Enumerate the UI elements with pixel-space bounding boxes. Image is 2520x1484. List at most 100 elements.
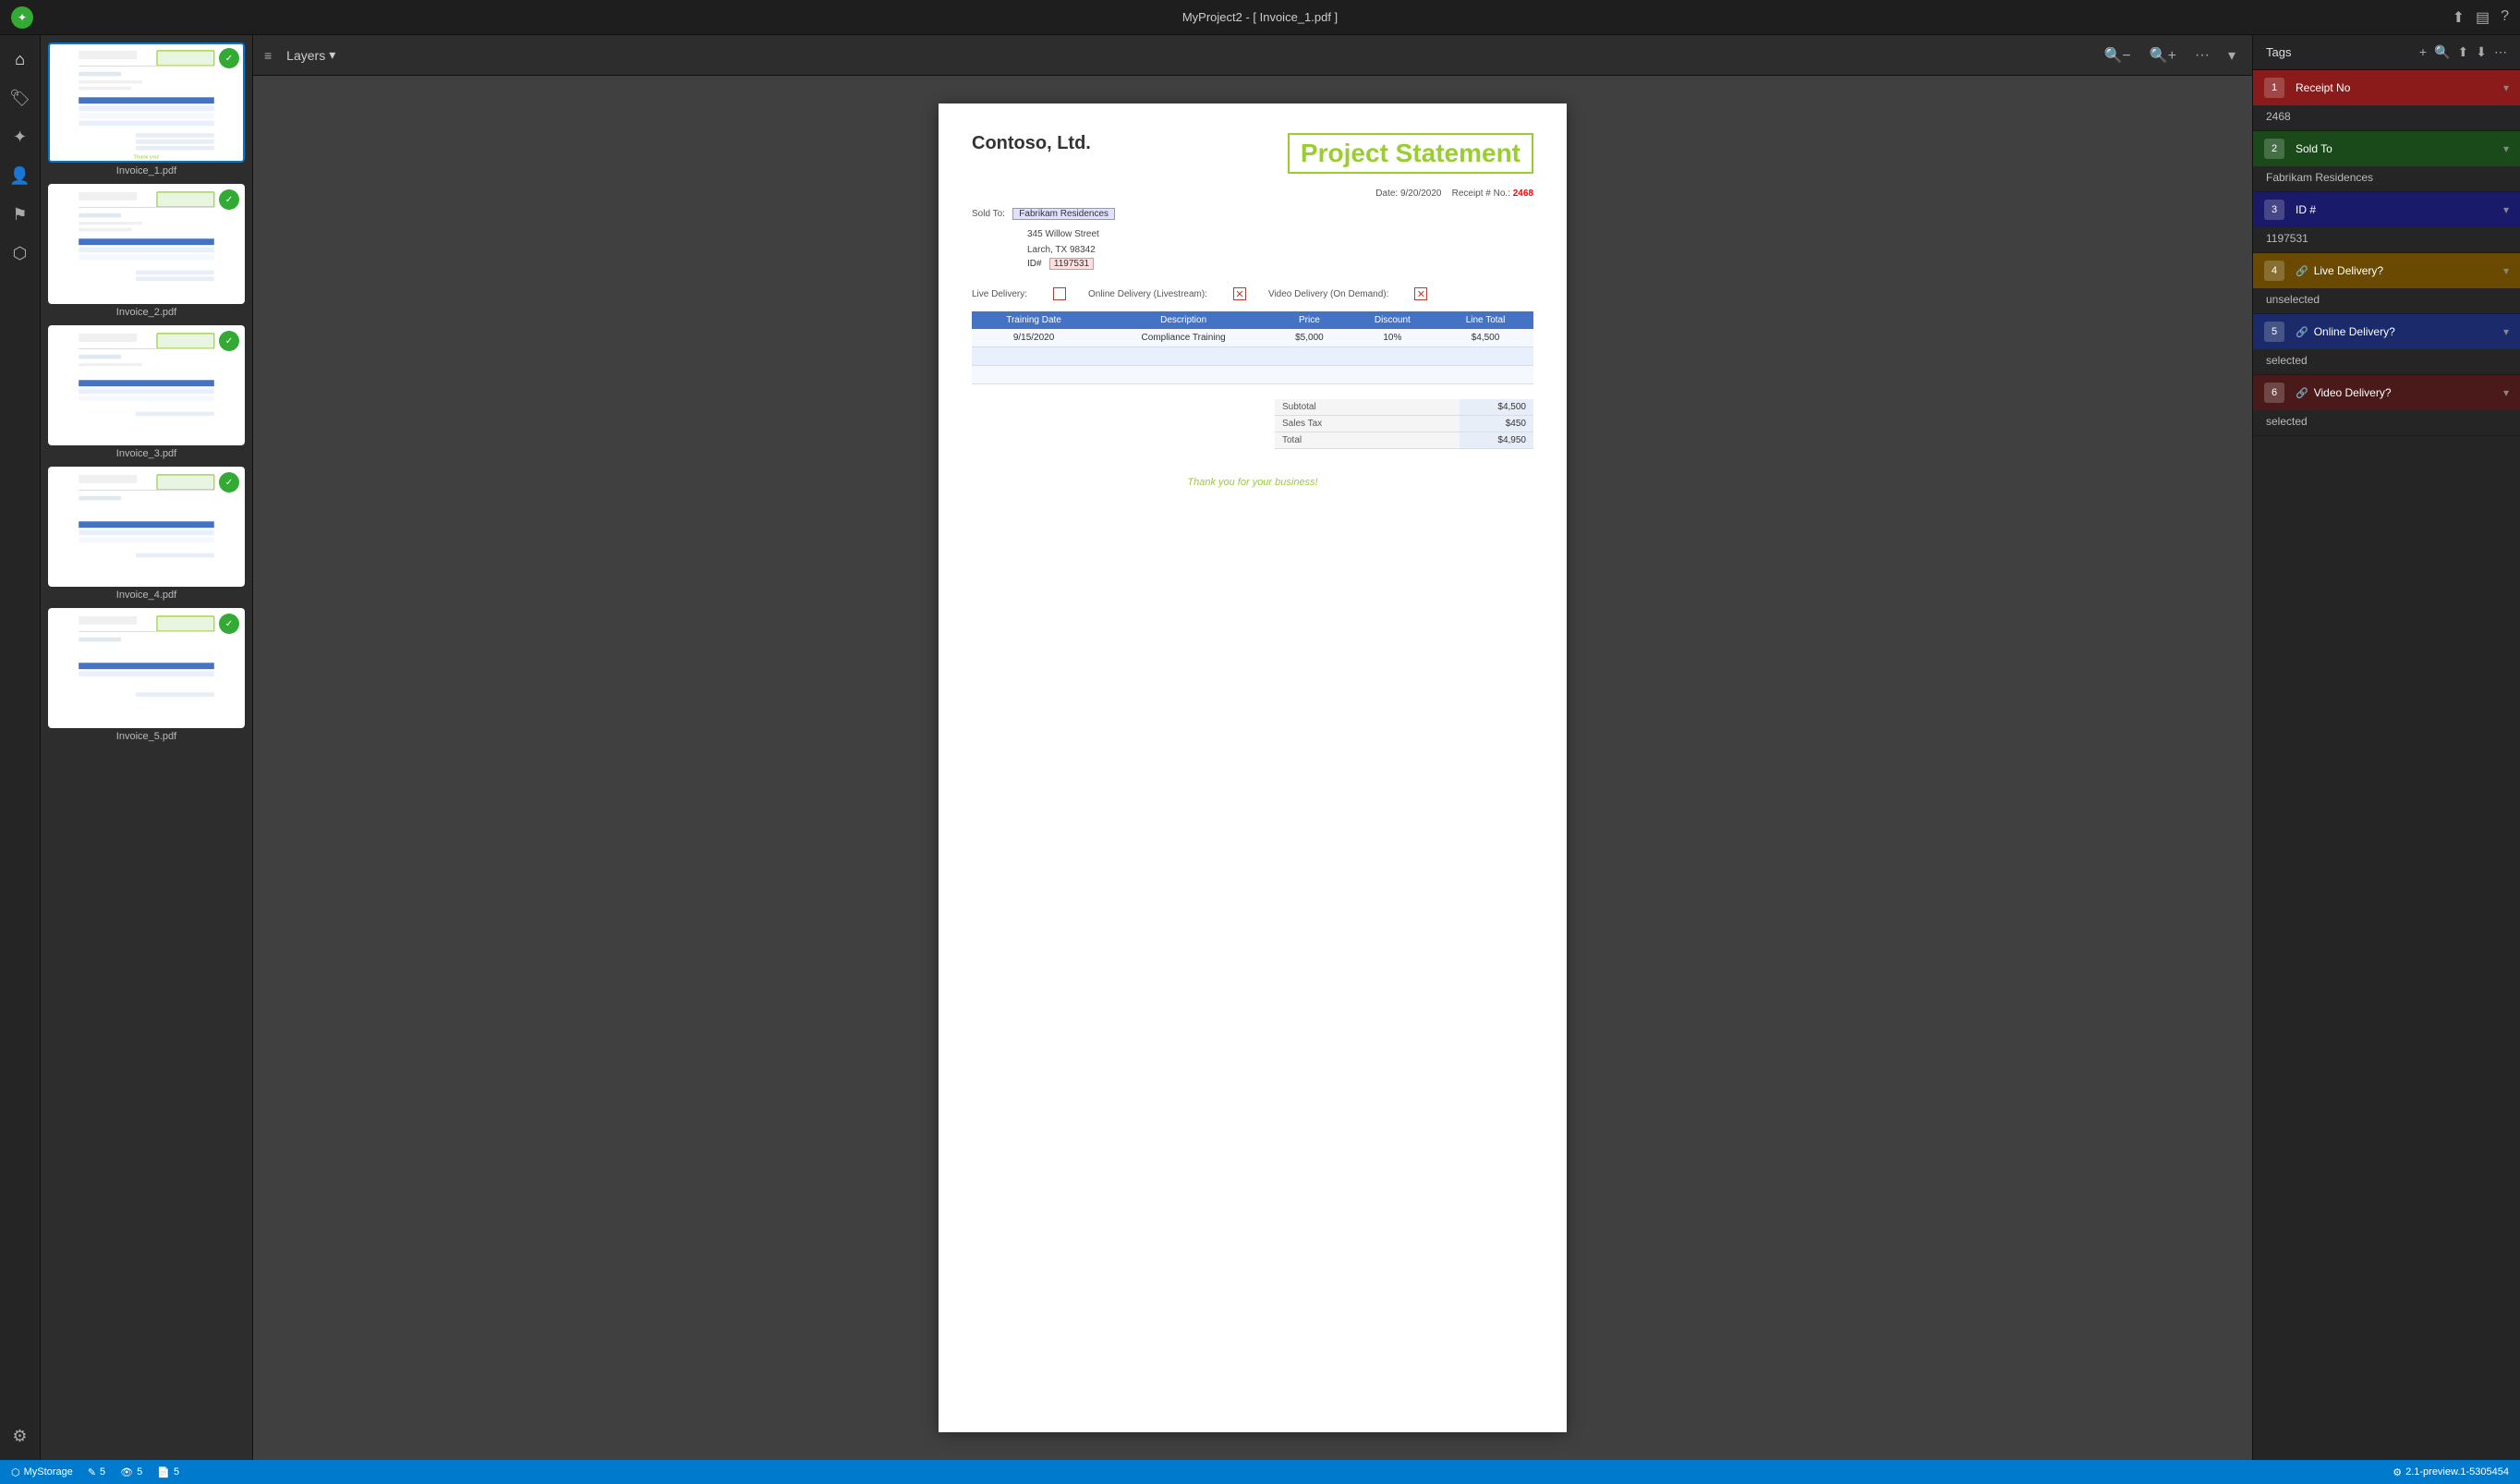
- tags-more-icon[interactable]: ⋯: [2494, 44, 2507, 60]
- layers-button[interactable]: Layers ▾: [279, 43, 343, 67]
- id-value: 1197531: [1049, 258, 1094, 270]
- delivery-options: Live Delivery: Online Delivery (Livestre…: [972, 287, 1533, 300]
- tag-group-online-delivery-header[interactable]: 5 🔗 Online Delivery? ▾: [2253, 314, 2520, 349]
- count2-item: 👁 5: [120, 1466, 142, 1478]
- tag-chevron-2: ▾: [2503, 142, 2509, 155]
- tag-group-receipt-no: 1 Receipt No ▾ 2468: [2253, 70, 2520, 131]
- invoice-meta: Date: 9/20/2020 Receipt # No.: 2468: [972, 189, 1533, 199]
- subtotal-value: $4,500: [1460, 399, 1533, 415]
- live-delivery-checkbox[interactable]: [1053, 287, 1066, 300]
- tag-chevron-5: ▾: [2503, 325, 2509, 338]
- version-item: ⚙ 2.1-preview.1-5305454: [2393, 1466, 2509, 1478]
- count1-value: 5: [100, 1466, 105, 1478]
- cell-price-2: [1271, 347, 1348, 366]
- id-row: ID# 1197531: [1027, 259, 1533, 269]
- sidebar-bookmark-btn[interactable]: 🏷: [4, 81, 37, 115]
- invoice-table: Training Date Description Price Discount…: [972, 311, 1533, 384]
- sold-to-value: Fabrikam Residences: [1012, 208, 1115, 220]
- expand-btn[interactable]: ▾: [2223, 43, 2241, 68]
- tag-live-delivery-label: 4 🔗 Live Delivery?: [2264, 261, 2503, 281]
- thumbnail-item-1[interactable]: Thank you! ✓ Invoice_1.pdf: [48, 43, 245, 176]
- cell-date-2: [972, 347, 1096, 366]
- tag-video-delivery-value: selected: [2253, 410, 2520, 435]
- col-description: Description: [1096, 311, 1271, 329]
- window-title: MyProject2 - [ Invoice_1.pdf ]: [1182, 10, 1338, 24]
- tags-download-icon[interactable]: ⬇: [2476, 44, 2487, 60]
- tag-group-receipt-no-header[interactable]: 1 Receipt No ▾: [2253, 70, 2520, 105]
- share-icon[interactable]: ⬆: [2453, 8, 2465, 27]
- tag-group-id: 3 ID # ▾ 1197531: [2253, 192, 2520, 253]
- more-options-btn[interactable]: ···: [2189, 43, 2215, 67]
- zoom-out-btn[interactable]: 🔍−: [2098, 43, 2136, 68]
- storage-item[interactable]: ⬡ MyStorage: [11, 1466, 73, 1478]
- invoice-document: Contoso, Ltd. Project Statement Date: 9/…: [939, 103, 1567, 1432]
- tag-receipt-no-value: 2468: [2253, 105, 2520, 130]
- tag-group-sold-to-header[interactable]: 2 Sold To ▾: [2253, 131, 2520, 166]
- thumbnail-item-2[interactable]: ✓ Invoice_2.pdf: [48, 184, 245, 318]
- thumbnail-item-3[interactable]: ✓ Invoice_3.pdf: [48, 325, 245, 459]
- online-delivery-label: Online Delivery (Livestream):: [1088, 289, 1207, 299]
- doc-scroll[interactable]: Contoso, Ltd. Project Statement Date: 9/…: [253, 76, 2252, 1460]
- tag-video-delivery-label: 6 🔗 Video Delivery?: [2264, 383, 2503, 403]
- thank-you-message: Thank you for your business!: [972, 477, 1533, 488]
- tag-group-live-delivery-header[interactable]: 4 🔗 Live Delivery? ▾: [2253, 253, 2520, 288]
- date-label: Date:: [1375, 189, 1398, 199]
- count2-icon: 👁: [120, 1466, 133, 1478]
- company-name: Contoso, Ltd.: [972, 133, 1091, 154]
- tag-num-5: 5: [2264, 322, 2284, 342]
- tag-online-delivery-value: selected: [2253, 349, 2520, 374]
- sidebar-home-btn[interactable]: ⌂: [4, 43, 37, 76]
- version-icon: ⚙: [2393, 1466, 2402, 1478]
- col-line-total: Line Total: [1437, 311, 1533, 329]
- tag-group-video-delivery-header[interactable]: 6 🔗 Video Delivery? ▾: [2253, 375, 2520, 410]
- thumbnail-item-4[interactable]: ✓ Invoice_4.pdf: [48, 467, 245, 601]
- sidebar-star-btn[interactable]: ✦: [4, 120, 37, 153]
- id-label: ID#: [1027, 259, 1042, 269]
- subtotal-row: Subtotal $4,500: [1275, 399, 1533, 416]
- version-label: 2.1-preview.1-5305454: [2405, 1466, 2509, 1478]
- badge-4: ✓: [219, 472, 239, 493]
- tags-search-btn[interactable]: 🔍: [2434, 44, 2450, 60]
- zoom-in-btn[interactable]: 🔍+: [2144, 43, 2182, 68]
- live-delivery-label: Live Delivery:: [972, 289, 1027, 299]
- doc-area: ≡ Layers ▾ 🔍− 🔍+ ··· ▾ Contoso, Ltd. Pro…: [253, 35, 2252, 1460]
- tags-header: Tags + 🔍 ⬆ ⬇ ⋯: [2253, 35, 2520, 70]
- sidebar-person-btn[interactable]: 👤: [4, 159, 37, 192]
- cell-desc-1: Compliance Training: [1096, 329, 1271, 347]
- invoice-totals: Subtotal $4,500 Sales Tax $450 Total $4,…: [1275, 399, 1533, 449]
- tag-group-id-header[interactable]: 3 ID # ▾: [2253, 192, 2520, 227]
- count1-item: ✎ 5: [88, 1466, 105, 1478]
- tag-receipt-no-label: 1 Receipt No: [2264, 78, 2503, 98]
- layout-icon[interactable]: ▤: [2476, 8, 2490, 27]
- tag-id-label: 3 ID #: [2264, 200, 2503, 220]
- titlebar: ✦ MyProject2 - [ Invoice_1.pdf ] ⬆ ▤ ?: [0, 0, 2520, 35]
- sidebar-settings-btn[interactable]: ⚙: [4, 1419, 37, 1453]
- thumbnail-item-5[interactable]: ✓ Invoice_5.pdf: [48, 608, 245, 742]
- tag-group-video-delivery: 6 🔗 Video Delivery? ▾ selected: [2253, 375, 2520, 436]
- tag-online-delivery-label: 5 🔗 Online Delivery?: [2264, 322, 2503, 342]
- tag-num-4: 4: [2264, 261, 2284, 281]
- sales-tax-row: Sales Tax $450: [1275, 416, 1533, 432]
- video-delivery-checkbox[interactable]: ✕: [1414, 287, 1427, 300]
- thumb-label-5: Invoice_5.pdf: [48, 731, 245, 742]
- online-delivery-checkbox[interactable]: ✕: [1233, 287, 1246, 300]
- help-icon[interactable]: ?: [2501, 8, 2509, 27]
- icon-sidebar: ⌂ 🏷 ✦ 👤 ⚑ ⬡ ⚙: [0, 35, 41, 1460]
- tags-upload-icon[interactable]: ⬆: [2458, 44, 2469, 60]
- tags-add-btn[interactable]: +: [2419, 44, 2427, 60]
- table-row-3: [972, 366, 1533, 384]
- link-icon-6: 🔗: [2296, 387, 2308, 399]
- tag-num-3: 3: [2264, 200, 2284, 220]
- tag-sold-to-label: 2 Sold To: [2264, 139, 2503, 159]
- count3-item: 📄 5: [157, 1466, 179, 1478]
- tag-id-value: 1197531: [2253, 227, 2520, 252]
- sidebar-puzzle-btn[interactable]: ⬡: [4, 237, 37, 270]
- col-price: Price: [1271, 311, 1348, 329]
- col-discount: Discount: [1348, 311, 1437, 329]
- sidebar-flag-btn[interactable]: ⚑: [4, 198, 37, 231]
- tags-list: 1 Receipt No ▾ 2468 2 Sold To ▾ Fabrikam…: [2253, 70, 2520, 1460]
- cell-disc-3: [1348, 366, 1437, 384]
- tags-title: Tags: [2266, 45, 2291, 59]
- receipt-value: 2468: [1513, 189, 1533, 199]
- app-logo: ✦: [11, 6, 33, 29]
